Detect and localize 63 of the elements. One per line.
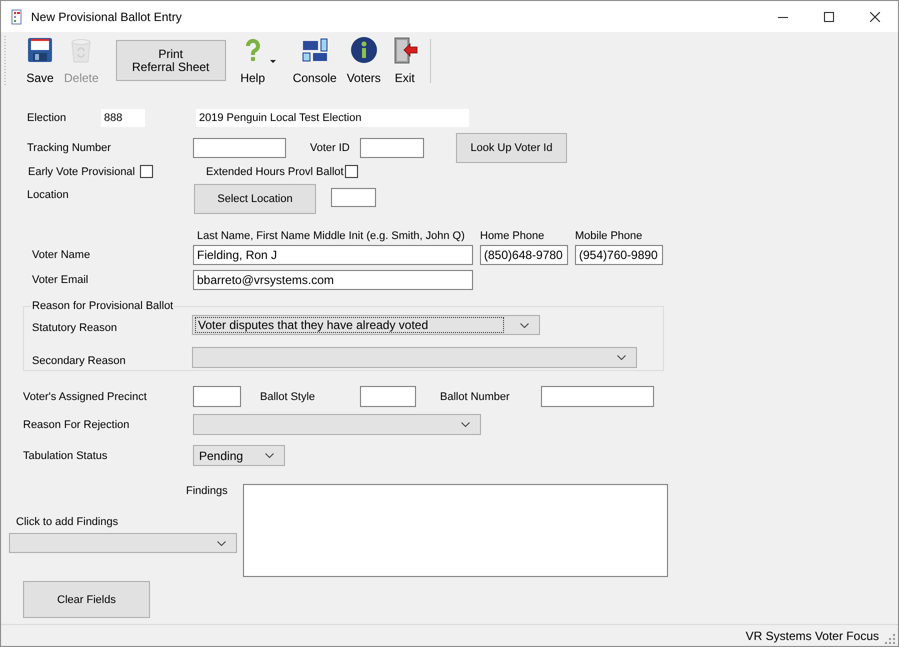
field-label: Tracking Number (27, 142, 112, 154)
chevron-down-icon (461, 422, 470, 427)
home-phone-field[interactable]: (850)648-9780 (480, 245, 568, 265)
chevron-down-icon (617, 355, 626, 360)
ballot-style-field[interactable] (360, 386, 416, 407)
dropdown-caret[interactable] (270, 60, 276, 63)
field-label: Voter Name (32, 249, 92, 261)
panels-icon (300, 36, 329, 64)
info-icon (350, 36, 378, 64)
field-label: Voter ID (310, 142, 351, 154)
exit-button[interactable]: Exit (390, 36, 419, 85)
console-button[interactable]: Console (292, 36, 337, 85)
caret-icon (270, 60, 276, 63)
close-icon (870, 12, 880, 22)
tracking-number-field[interactable] (193, 138, 286, 158)
field-label: Extended Hours Provl Ballot (206, 166, 341, 178)
look-up-voter-button[interactable]: Look Up Voter Id (456, 133, 567, 163)
field-label: Mobile Phone (575, 230, 642, 242)
findings-box[interactable] (243, 484, 668, 577)
select-location-button[interactable]: Select Location (194, 184, 316, 214)
maximize-icon (824, 12, 834, 22)
field-label: Click to add Findings (16, 516, 118, 528)
voter-email-field[interactable]: bbarreto@vrsystems.com (193, 270, 473, 290)
clear-fields-button[interactable]: Clear Fields (23, 581, 150, 618)
checkbox[interactable] (140, 165, 153, 178)
print-button[interactable]: Print Referral Sheet (116, 40, 226, 81)
mobile-phone-field[interactable]: (954)760-9890 (575, 245, 663, 265)
ballot-number-field[interactable] (541, 386, 654, 407)
field-label: Last Name, First Name Middle Init (e.g. Smith, John Q) (197, 230, 466, 242)
group-title: Reason for Provisional Ballot (31, 300, 174, 312)
precinct-field[interactable] (193, 386, 241, 407)
statutory-reason-dropdown[interactable]: Voter disputes that they have already voted (192, 315, 540, 335)
chevron-down-icon (217, 540, 226, 546)
location-field[interactable] (331, 188, 376, 207)
checkbox[interactable] (345, 165, 358, 178)
field-label: Ballot Style (260, 390, 316, 402)
field-label: Findings (186, 485, 228, 497)
field-label: Election (27, 112, 68, 124)
field-label: Location (27, 189, 70, 201)
voter-name-field[interactable]: Fielding, Ron J (193, 245, 473, 265)
field-label: Voter Email (32, 274, 90, 286)
voters-button[interactable]: Voters (346, 36, 381, 85)
app-icon (11, 8, 23, 24)
field-label: Reason For Rejection (23, 418, 130, 430)
voter-id-field[interactable] (360, 138, 424, 158)
election-name: 2019 Penguin Local Test Election (196, 109, 469, 127)
chevron-down-icon (265, 453, 274, 458)
field-label: Ballot Number (440, 390, 511, 402)
field-label: Early Vote Provisional (28, 166, 136, 178)
help-button[interactable]: Help (238, 36, 267, 85)
field-label: Voter's Assigned Precinct (23, 390, 148, 402)
tabulation-status-dropdown[interactable]: Pending (193, 445, 285, 466)
field-label: Secondary Reason (32, 354, 127, 366)
field-label: Home Phone (480, 230, 546, 242)
save-button[interactable]: Save (26, 36, 54, 85)
status-text: VR Systems Voter Focus (746, 628, 879, 642)
chevron-down-icon (520, 322, 529, 328)
window-title: New Provisional Ballot Entry (31, 10, 182, 24)
grip-icon (4, 36, 7, 86)
field-label: Tabulation Status (23, 450, 108, 462)
field-label: Statutory Reason (32, 322, 118, 334)
election-number: 888 (101, 109, 145, 127)
resize-grip-icon (885, 634, 895, 644)
